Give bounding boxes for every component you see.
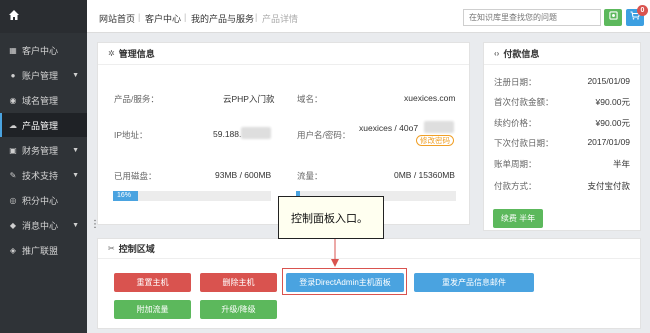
breadcrumb-separator: | bbox=[138, 12, 141, 22]
coin-icon: ◎ bbox=[9, 195, 17, 205]
product-label: 产品/服务： bbox=[114, 94, 159, 104]
payment-row-label: 付款方式： bbox=[494, 181, 537, 191]
user-value: xuexices / 40o7 bbox=[359, 123, 419, 133]
globe-icon: ◉ bbox=[9, 95, 17, 105]
search-button[interactable] bbox=[604, 9, 622, 26]
topbar: 网站首页 | 客户中心 | 我的产品与服务 | 产品详情 0 bbox=[87, 0, 650, 33]
wallet-icon: ▣ bbox=[9, 145, 17, 155]
sidebar-item-points[interactable]: ◎ 积分中心 bbox=[0, 188, 87, 212]
payment-row-value: 2017/01/09 bbox=[587, 137, 630, 147]
change-password-link[interactable]: 修改密码 bbox=[416, 135, 454, 146]
search-icon bbox=[608, 11, 618, 22]
ip-redacted bbox=[241, 127, 271, 139]
sidebar-item-messages[interactable]: ◆ 消息中心 ▼ bbox=[0, 213, 87, 237]
highlight-box bbox=[282, 268, 407, 295]
caret-down-icon: ▼ bbox=[72, 146, 79, 154]
disk-label: 已用磁盘： bbox=[114, 171, 157, 181]
breadcrumb-separator: | bbox=[255, 12, 258, 22]
payment-row-label: 续约价格： bbox=[494, 118, 537, 128]
traffic-label: 流量： bbox=[297, 171, 323, 181]
sidebar: ▦ 客户中心 ● 账户管理 ▼ ◉ 域名管理 ☁ 产品管理 ▣ 财务管理 ▼ ✎… bbox=[0, 0, 87, 333]
payment-panel-header: ‹› 付款信息 bbox=[484, 43, 640, 65]
payment-row-label: 首次付款金额： bbox=[494, 97, 554, 107]
renew-button[interactable]: 续费 半年 bbox=[493, 209, 543, 228]
payment-row-value: ¥90.00元 bbox=[595, 118, 631, 128]
home-icon[interactable] bbox=[8, 9, 22, 23]
breadcrumb-customer-center[interactable]: 客户中心 bbox=[145, 12, 181, 25]
arrow-down-icon bbox=[331, 239, 339, 267]
user-label: 用户名/密码： bbox=[297, 130, 351, 140]
wrench-icon: ✎ bbox=[9, 170, 17, 180]
user-icon: ● bbox=[10, 70, 16, 80]
drag-handle-icon[interactable]: ⋮ bbox=[90, 219, 100, 230]
sidebar-item-account[interactable]: ● 账户管理 ▼ bbox=[0, 63, 87, 87]
ip-value: 59.188. bbox=[213, 129, 242, 139]
breadcrumb-current: 产品详情 bbox=[262, 14, 299, 24]
wrench-icon: ✂ bbox=[108, 244, 115, 253]
delete-host-button[interactable]: 删除主机 bbox=[200, 273, 277, 292]
sidebar-item-affiliate[interactable]: ◈ 推广联盟 bbox=[0, 238, 87, 262]
payment-row-value: 支付宝付款 bbox=[587, 181, 630, 191]
disk-usage-bar: 16% bbox=[113, 191, 271, 201]
control-panel-header: ✂ 控制区域 bbox=[98, 239, 640, 259]
breadcrumb-home[interactable]: 网站首页 bbox=[99, 12, 135, 25]
sidebar-item-domains[interactable]: ◉ 域名管理 bbox=[0, 88, 87, 112]
caret-down-icon: ▼ bbox=[72, 171, 79, 179]
caret-down-icon: ▼ bbox=[72, 71, 79, 79]
breadcrumb-separator: | bbox=[184, 12, 187, 22]
payment-row-label: 账单周期： bbox=[494, 159, 537, 169]
add-traffic-button[interactable]: 附加流量 bbox=[114, 300, 191, 319]
management-title: 管理信息 bbox=[118, 49, 155, 59]
disk-value: 93MB / 600MB bbox=[215, 170, 272, 180]
share-icon: ◈ bbox=[9, 245, 17, 255]
ip-label: IP地址： bbox=[114, 130, 148, 140]
domain-value: xuexices.com bbox=[404, 93, 456, 103]
payment-row-value: 半年 bbox=[612, 159, 630, 169]
sidebar-item-support[interactable]: ✎ 技术支持 ▼ bbox=[0, 163, 87, 187]
bell-icon: ◆ bbox=[9, 220, 17, 230]
payment-panel: ‹› 付款信息 注册日期： 2015/01/09 首次付款金额： ¥90.00元… bbox=[483, 42, 641, 231]
control-title: 控制区域 bbox=[118, 244, 155, 254]
sidebar-item-products[interactable]: ☁ 产品管理 bbox=[0, 113, 87, 137]
payment-row-label: 下次付款日期： bbox=[494, 138, 554, 148]
user-redacted bbox=[424, 121, 454, 133]
reset-host-button[interactable]: 重置主机 bbox=[114, 273, 191, 292]
sidebar-header bbox=[0, 0, 87, 33]
grid-icon: ▦ bbox=[9, 45, 17, 55]
code-icon: ‹› bbox=[494, 49, 500, 58]
disk-usage-fill: 16% bbox=[113, 191, 139, 201]
cart-count-badge: 0 bbox=[637, 5, 648, 16]
domain-label: 域名： bbox=[297, 94, 323, 104]
resend-info-email-button[interactable]: 重发产品信息邮件 bbox=[414, 273, 534, 292]
upgrade-downgrade-button[interactable]: 升级/降级 bbox=[200, 300, 277, 319]
traffic-value: 0MB / 15360MB bbox=[394, 170, 455, 180]
search-input[interactable] bbox=[463, 9, 601, 26]
payment-title: 付款信息 bbox=[503, 49, 540, 59]
management-panel-header: ✲ 管理信息 bbox=[98, 43, 469, 65]
cloud-icon: ☁ bbox=[9, 120, 17, 130]
payment-row-value: ¥90.00元 bbox=[595, 97, 631, 107]
annotation-callout: 控制面板入口。 bbox=[278, 196, 384, 239]
sidebar-item-customer-center[interactable]: ▦ 客户中心 bbox=[0, 38, 87, 62]
payment-row-value: 2015/01/09 bbox=[587, 76, 630, 86]
product-value: 云PHP入门款 bbox=[223, 94, 275, 104]
payment-row-label: 注册日期： bbox=[494, 77, 537, 87]
caret-down-icon: ▼ bbox=[72, 221, 79, 229]
breadcrumb-my-products[interactable]: 我的产品与服务 bbox=[191, 12, 254, 25]
gear-icon: ✲ bbox=[108, 49, 115, 58]
sidebar-item-finance[interactable]: ▣ 财务管理 ▼ bbox=[0, 138, 87, 162]
